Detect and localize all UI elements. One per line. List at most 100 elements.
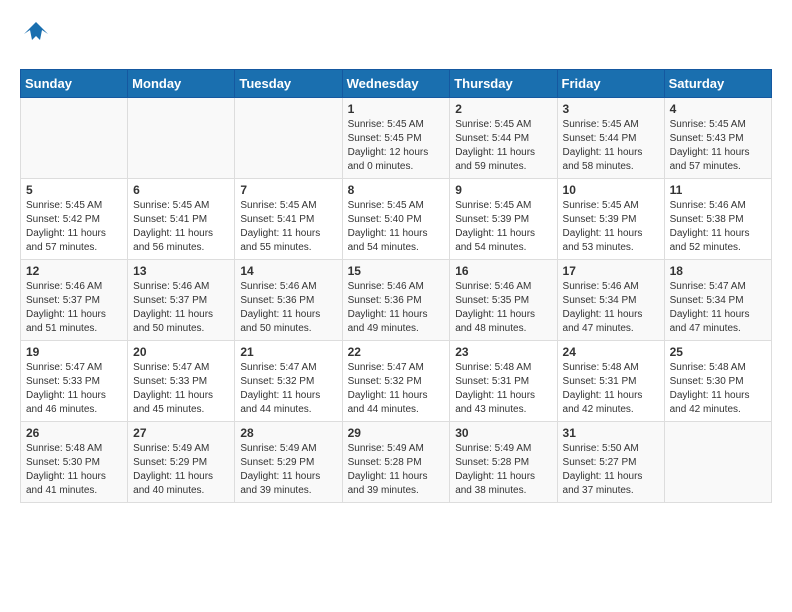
calendar-cell: 1Sunrise: 5:45 AMSunset: 5:45 PMDaylight… [342, 98, 450, 179]
day-info: Sunrise: 5:45 AMSunset: 5:40 PMDaylight:… [348, 199, 445, 255]
daylight-text: Daylight: 11 hours and 49 minutes. [348, 308, 445, 336]
week-row-1: 1Sunrise: 5:45 AMSunset: 5:45 PMDaylight… [21, 98, 772, 179]
daylight-text: Daylight: 11 hours and 50 minutes. [133, 308, 229, 336]
daylight-text: Daylight: 12 hours and 0 minutes. [348, 146, 445, 174]
sunset-text: Sunset: 5:43 PM [670, 132, 766, 146]
day-number: 28 [240, 426, 336, 440]
calendar-cell: 5 Sunrise: 5:45 AMSunset: 5:42 PMDaylight… [21, 179, 128, 260]
day-info: Sunrise: 5:45 AMSunset: 5:43 PMDaylight:… [670, 118, 766, 174]
daylight-text: Daylight: 11 hours and 54 minutes. [455, 227, 551, 255]
day-number: 21 [240, 345, 336, 359]
sunset-text: Sunset: 5:41 PM [133, 213, 229, 227]
logo [20, 20, 50, 53]
sunrise-text: Sunrise: 5:48 AM [26, 442, 122, 456]
day-number: 30 [455, 426, 551, 440]
day-info: Sunrise: 5:47 AMSunset: 5:33 PMDaylight:… [133, 361, 229, 417]
day-number: 29 [348, 426, 445, 440]
day-number: 4 [670, 102, 766, 116]
day-number: 31 [563, 426, 659, 440]
day-number: 19 [26, 345, 122, 359]
sunrise-text: Sunrise: 5:45 AM [348, 199, 445, 213]
day-info: Sunrise: 5:46 AMSunset: 5:36 PMDaylight:… [240, 280, 336, 336]
sunrise-text: Sunrise: 5:49 AM [240, 442, 336, 456]
day-number: 1 [348, 102, 445, 116]
daylight-text: Daylight: 11 hours and 56 minutes. [133, 227, 229, 255]
weekday-header-row: SundayMondayTuesdayWednesdayThursdayFrid… [21, 70, 772, 98]
calendar-cell: 25Sunrise: 5:48 AMSunset: 5:30 PMDayligh… [664, 341, 771, 422]
sunrise-text: Sunrise: 5:49 AM [348, 442, 445, 456]
daylight-text: Daylight: 11 hours and 57 minutes. [670, 146, 766, 174]
day-info: Sunrise: 5:49 AMSunset: 5:29 PMDaylight:… [240, 442, 336, 498]
sunrise-text: Sunrise: 5:46 AM [670, 199, 766, 213]
daylight-text: Daylight: 11 hours and 48 minutes. [455, 308, 551, 336]
sunrise-text: Sunrise: 5:45 AM [455, 199, 551, 213]
calendar-cell: 23Sunrise: 5:48 AMSunset: 5:31 PMDayligh… [450, 341, 557, 422]
sunrise-text: Sunrise: 5:47 AM [670, 280, 766, 294]
day-number: 10 [563, 183, 659, 197]
daylight-text: Daylight: 11 hours and 46 minutes. [26, 389, 122, 417]
sunrise-text: Sunrise: 5:45 AM [563, 118, 659, 132]
daylight-text: Daylight: 11 hours and 50 minutes. [240, 308, 336, 336]
daylight-text: Daylight: 11 hours and 59 minutes. [455, 146, 551, 174]
sunset-text: Sunset: 5:35 PM [455, 294, 551, 308]
week-row-3: 12 Sunrise: 5:46 AMSunset: 5:37 PMDayligh… [21, 260, 772, 341]
sunset-text: Sunset: 5:36 PM [348, 294, 445, 308]
sunset-text: Sunset: 5:38 PM [670, 213, 766, 227]
sunrise-text: Sunrise: 5:46 AM [240, 280, 336, 294]
daylight-text: Daylight: 11 hours and 42 minutes. [670, 389, 766, 417]
sunrise-text: Sunrise: 5:47 AM [133, 361, 229, 375]
day-number: 12 [26, 264, 122, 278]
daylight-text: Daylight: 11 hours and 38 minutes. [455, 470, 551, 498]
calendar-cell: 7Sunrise: 5:45 AMSunset: 5:41 PMDaylight… [235, 179, 342, 260]
calendar-cell: 9Sunrise: 5:45 AMSunset: 5:39 PMDaylight… [450, 179, 557, 260]
day-number: 11 [670, 183, 766, 197]
daylight-text: Daylight: 11 hours and 53 minutes. [563, 227, 659, 255]
sunset-text: Sunset: 5:44 PM [563, 132, 659, 146]
sunset-text: Sunset: 5:42 PM [26, 213, 122, 227]
calendar-cell: 10 Sunrise: 5:45 AMSunset: 5:39 PMDayligh… [557, 179, 664, 260]
day-info: Sunrise: 5:45 AMSunset: 5:44 PMDaylight:… [563, 118, 659, 174]
day-info: Sunrise: 5:46 AMSunset: 5:37 PMDaylight:… [133, 280, 229, 336]
sunrise-text: Sunrise: 5:49 AM [133, 442, 229, 456]
daylight-text: Daylight: 11 hours and 44 minutes. [348, 389, 445, 417]
day-info: Sunrise: 5:45 AMSunset: 5:41 PMDaylight:… [240, 199, 336, 255]
day-number: 26 [26, 426, 122, 440]
sunset-text: Sunset: 5:34 PM [563, 294, 659, 308]
sunrise-text: Sunrise: 5:50 AM [563, 442, 659, 456]
calendar-cell [664, 422, 771, 503]
sunrise-text: Sunrise: 5:48 AM [455, 361, 551, 375]
sunset-text: Sunset: 5:39 PM [455, 213, 551, 227]
sunset-text: Sunset: 5:34 PM [670, 294, 766, 308]
sunset-text: Sunset: 5:41 PM [240, 213, 336, 227]
calendar-cell: 29Sunrise: 5:49 AMSunset: 5:28 PMDayligh… [342, 422, 450, 503]
day-info: Sunrise: 5:46 AMSunset: 5:38 PMDaylight:… [670, 199, 766, 255]
day-number: 24 [563, 345, 659, 359]
day-info: Sunrise: 5:49 AMSunset: 5:28 PMDaylight:… [455, 442, 551, 498]
calendar-cell: 27Sunrise: 5:49 AMSunset: 5:29 PMDayligh… [128, 422, 235, 503]
sunrise-text: Sunrise: 5:46 AM [133, 280, 229, 294]
day-info: Sunrise: 5:45 AMSunset: 5:42 PMDaylight:… [26, 199, 122, 255]
sunset-text: Sunset: 5:45 PM [348, 132, 445, 146]
daylight-text: Daylight: 11 hours and 47 minutes. [670, 308, 766, 336]
calendar-cell: 3 Sunrise: 5:45 AMSunset: 5:44 PMDaylight… [557, 98, 664, 179]
weekday-header-tuesday: Tuesday [235, 70, 342, 98]
calendar-cell: 11 Sunrise: 5:46 AMSunset: 5:38 PMDayligh… [664, 179, 771, 260]
calendar-cell: 26Sunrise: 5:48 AMSunset: 5:30 PMDayligh… [21, 422, 128, 503]
day-info: Sunrise: 5:45 AMSunset: 5:39 PMDaylight:… [563, 199, 659, 255]
calendar-cell: 13Sunrise: 5:46 AMSunset: 5:37 PMDayligh… [128, 260, 235, 341]
daylight-text: Daylight: 11 hours and 37 minutes. [563, 470, 659, 498]
day-info: Sunrise: 5:47 AMSunset: 5:33 PMDaylight:… [26, 361, 122, 417]
day-number: 3 [563, 102, 659, 116]
week-row-2: 5Sunrise: 5:45 AMSunset: 5:42 PMDaylight… [21, 179, 772, 260]
sunset-text: Sunset: 5:28 PM [348, 456, 445, 470]
sunset-text: Sunset: 5:29 PM [133, 456, 229, 470]
calendar-cell: 12Sunrise: 5:46 AMSunset: 5:37 PMDayligh… [21, 260, 128, 341]
day-info: Sunrise: 5:45 AMSunset: 5:41 PMDaylight:… [133, 199, 229, 255]
calendar-cell: 24Sunrise: 5:48 AMSunset: 5:31 PMDayligh… [557, 341, 664, 422]
day-number: 5 [26, 183, 122, 197]
weekday-header-thursday: Thursday [450, 70, 557, 98]
weekday-header-friday: Friday [557, 70, 664, 98]
calendar-cell: 6Sunrise: 5:45 AMSunset: 5:41 PMDaylight… [128, 179, 235, 260]
sunset-text: Sunset: 5:44 PM [455, 132, 551, 146]
sunrise-text: Sunrise: 5:45 AM [240, 199, 336, 213]
